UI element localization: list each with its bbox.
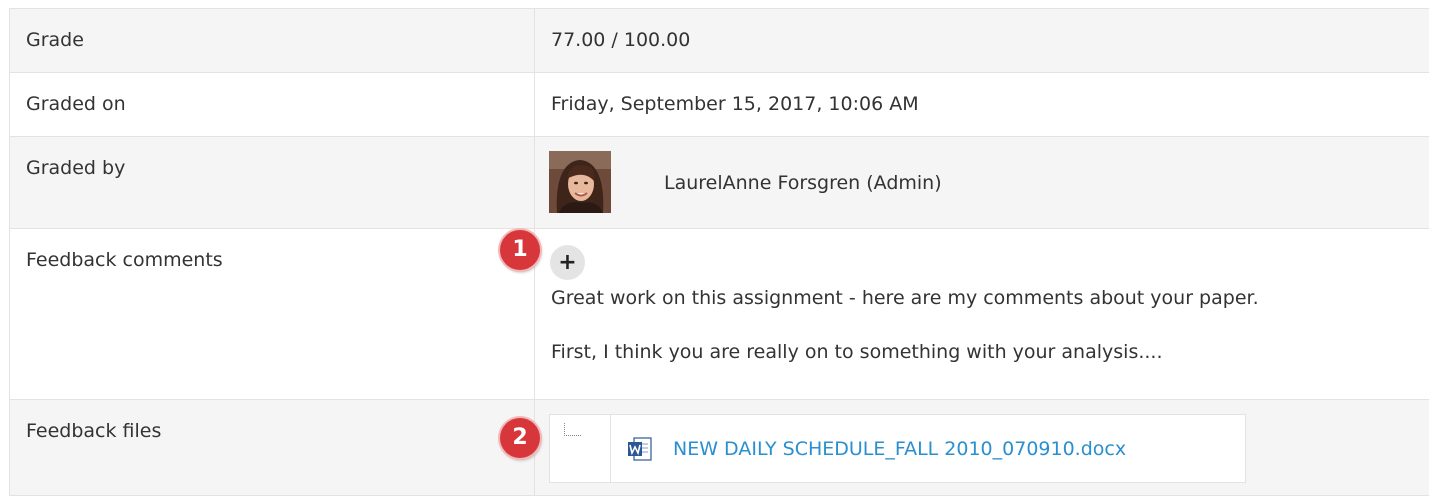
graded-by-label: Graded by bbox=[10, 137, 535, 228]
grade-label: Grade bbox=[10, 9, 535, 72]
graded-on-row: Graded on Friday, September 15, 2017, 10… bbox=[10, 73, 1429, 137]
file-tree: NEW DAILY SCHEDULE_FALL 2010_070910.docx bbox=[549, 414, 1246, 483]
comment-paragraph: Great work on this assignment - here are… bbox=[551, 287, 1259, 309]
feedback-file-link[interactable]: NEW DAILY SCHEDULE_FALL 2010_070910.docx bbox=[673, 438, 1126, 460]
grade-row: Grade 77.00 / 100.00 bbox=[10, 9, 1429, 73]
grade-value: 77.00 / 100.00 bbox=[551, 29, 691, 51]
graded-by-row: Graded by LaurelAnne Forsgren (Admin) bbox=[10, 137, 1429, 229]
annotation-marker-1: 1 bbox=[500, 230, 540, 270]
graded-on-label: Graded on bbox=[10, 73, 535, 136]
graded-by-value: LaurelAnne Forsgren (Admin) bbox=[535, 137, 1429, 228]
comment-paragraph: First, I think you are really on to some… bbox=[551, 341, 1163, 363]
graded-on-value: Friday, September 15, 2017, 10:06 AM bbox=[551, 93, 919, 115]
tree-branch-icon bbox=[564, 423, 581, 436]
grader-avatar[interactable] bbox=[549, 151, 611, 213]
grader-name: LaurelAnne Forsgren (Admin) bbox=[664, 172, 942, 194]
grader-avatar-image bbox=[549, 151, 611, 213]
feedback-comments-row: Feedback comments + Great work on this a… bbox=[10, 229, 1429, 400]
file-entry: NEW DAILY SCHEDULE_FALL 2010_070910.docx bbox=[610, 415, 1245, 482]
feedback-files-value: NEW DAILY SCHEDULE_FALL 2010_070910.docx bbox=[535, 400, 1429, 495]
feedback-comments-label: Feedback comments bbox=[10, 229, 535, 399]
feedback-files-row: Feedback files NEW DAILY SCHEDULE_FALL 2… bbox=[10, 400, 1429, 496]
feedback-comments-value: + Great work on this assignment - here a… bbox=[535, 229, 1429, 399]
word-document-icon bbox=[628, 436, 652, 461]
annotation-marker-2: 2 bbox=[500, 418, 540, 458]
feedback-files-label: Feedback files bbox=[10, 400, 535, 495]
feedback-table: Grade 77.00 / 100.00 Graded on Friday, S… bbox=[9, 8, 1429, 496]
expand-comments-button[interactable]: + bbox=[550, 245, 585, 280]
